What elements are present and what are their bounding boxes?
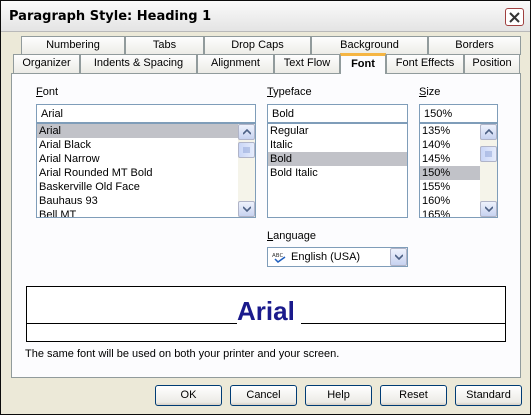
list-item[interactable]: Arial Black	[37, 138, 255, 152]
reset-button[interactable]: Reset	[380, 385, 447, 406]
font-list-scrollbar[interactable]	[238, 124, 255, 217]
help-button-label: Help	[327, 389, 350, 401]
font-name-input[interactable]: Arial	[36, 104, 256, 123]
info-text: The same font will be used on both your …	[25, 348, 340, 360]
font-label-mnemonic: F	[36, 86, 43, 98]
list-item[interactable]: Bold Italic	[268, 166, 407, 180]
list-item[interactable]: Arial Narrow	[37, 152, 255, 166]
help-button[interactable]: Help	[305, 385, 372, 406]
list-item[interactable]: Bauhaus 93	[37, 194, 255, 208]
reset-button-label: Reset	[399, 389, 428, 401]
tab-font-effects[interactable]: Font Effects	[386, 54, 464, 73]
language-label-rest: anguage	[273, 230, 316, 242]
ok-button-label: OK	[180, 389, 197, 401]
standard-button[interactable]: Standard	[455, 385, 522, 406]
tab-text-flow[interactable]: Text Flow	[274, 54, 340, 73]
grip-icon	[243, 147, 250, 152]
cancel-button-label: Cancel	[246, 389, 281, 401]
close-button[interactable]	[505, 8, 524, 26]
scroll-down-button[interactable]	[238, 201, 255, 217]
tab-label: Font Effects	[395, 57, 455, 69]
size-input[interactable]: 150%	[419, 104, 498, 123]
font-list[interactable]: Arial Arial Black Arial Narrow Arial Rounde…	[36, 123, 256, 218]
typeface-list[interactable]: Regular Italic Bold Bold Italic	[267, 123, 408, 218]
scroll-thumb[interactable]	[238, 142, 255, 158]
tab-alignment[interactable]: Alignment	[197, 54, 274, 73]
tab-font[interactable]: Font	[340, 53, 386, 74]
scroll-up-button[interactable]	[480, 124, 497, 140]
preview-text: Arial	[237, 296, 295, 326]
svg-text:ABC: ABC	[272, 253, 283, 259]
tab-tabs[interactable]: Tabs	[125, 36, 204, 55]
chevron-down-icon	[394, 254, 403, 260]
paragraph-style-dialog: Paragraph Style: Heading 1 Numbering Tab…	[0, 0, 531, 415]
cancel-button[interactable]: Cancel	[230, 385, 297, 406]
dialog-title: Paragraph Style: Heading 1	[9, 9, 212, 24]
tab-label: Borders	[455, 39, 494, 51]
tab-label: Indents & Spacing	[93, 57, 184, 69]
chevron-up-icon	[242, 129, 251, 135]
typeface-input[interactable]: Bold	[267, 104, 408, 123]
size-label: Size	[419, 86, 440, 98]
tab-organizer[interactable]: Organizer	[13, 54, 80, 73]
language-dropdown-button[interactable]	[390, 248, 407, 266]
tab-label: Background	[340, 39, 399, 51]
typeface-list-items: Regular Italic Bold Bold Italic	[268, 124, 407, 180]
scroll-up-button[interactable]	[238, 124, 255, 140]
tab-label: Font	[351, 58, 375, 70]
tab-label: Text Flow	[283, 57, 331, 69]
ok-button[interactable]: OK	[155, 385, 222, 406]
tab-label: Alignment	[211, 57, 260, 69]
size-label-rest: ize	[426, 86, 441, 98]
language-value: English (USA)	[291, 251, 361, 263]
standard-button-label: Standard	[466, 389, 511, 401]
list-item[interactable]: Italic	[268, 138, 407, 152]
tab-drop-caps[interactable]: Drop Caps	[204, 36, 311, 55]
list-item[interactable]: Bold	[268, 152, 407, 166]
tab-label: Organizer	[22, 57, 71, 69]
chevron-down-icon	[242, 206, 251, 212]
language-select[interactable]: ABC English (USA)	[267, 247, 408, 267]
tab-label: Position	[472, 57, 512, 69]
tab-label: Numbering	[46, 39, 100, 51]
tab-indents-spacing[interactable]: Indents & Spacing	[80, 54, 197, 73]
tab-label: Drop Caps	[231, 39, 284, 51]
font-label: Font	[36, 86, 58, 98]
list-item[interactable]: Bell MT	[37, 208, 255, 217]
font-preview: Arial	[26, 286, 506, 342]
size-list-scrollbar[interactable]	[480, 124, 497, 217]
list-item[interactable]: Baskerville Old Face	[37, 180, 255, 194]
close-icon	[509, 11, 520, 23]
chevron-up-icon	[484, 129, 493, 135]
list-item[interactable]: Arial	[37, 124, 255, 138]
chevron-down-icon	[484, 206, 493, 212]
grip-icon	[485, 151, 492, 156]
typeface-label-rest: ypeface	[273, 86, 312, 98]
size-list[interactable]: 135% 140% 145% 150% 155% 160% 165%	[419, 123, 498, 218]
scroll-down-button[interactable]	[480, 201, 497, 217]
list-item[interactable]: Arial Rounded MT Bold	[37, 166, 255, 180]
tab-borders[interactable]: Borders	[428, 36, 521, 55]
tab-numbering[interactable]: Numbering	[21, 36, 125, 55]
tab-label: Tabs	[152, 39, 177, 51]
spellcheck-abc-icon: ABC	[272, 251, 288, 266]
font-list-items: Arial Arial Black Arial Narrow Arial Rounde…	[37, 124, 255, 217]
scroll-thumb[interactable]	[480, 146, 497, 162]
list-item[interactable]: Regular	[268, 124, 407, 138]
typeface-label: Typeface	[267, 86, 312, 98]
tab-position[interactable]: Position	[464, 54, 520, 73]
title-bar: Paragraph Style: Heading 1	[1, 1, 530, 32]
language-label: Language	[267, 230, 316, 242]
font-label-rest: ont	[42, 86, 59, 98]
